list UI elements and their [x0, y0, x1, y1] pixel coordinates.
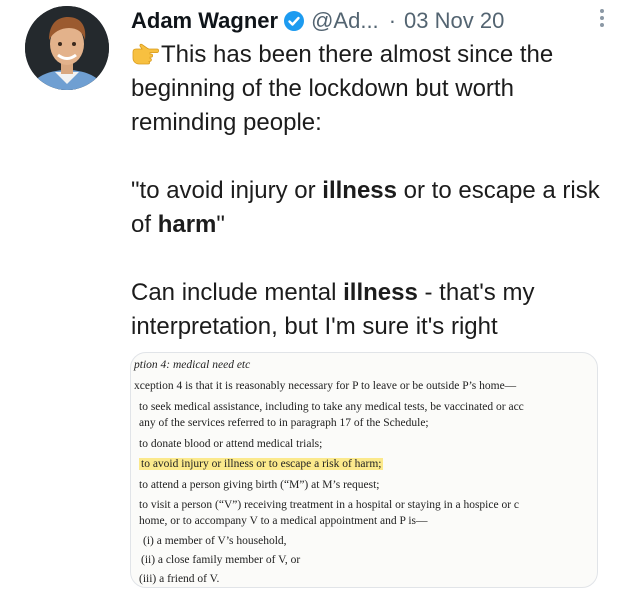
legal-item: to seek medical assistance, including to…: [139, 401, 524, 413]
quote-text-end: ": [216, 211, 225, 238]
author-avatar[interactable]: [25, 6, 109, 90]
legal-intro: xception 4 is that it is reasonably nece…: [134, 380, 517, 392]
author-name[interactable]: Adam Wagner: [131, 8, 278, 34]
legal-item: to donate blood or attend medical trials…: [139, 438, 323, 450]
verified-badge-icon: [283, 10, 305, 32]
legal-subitem: (i) a member of V’s household,: [143, 535, 287, 547]
note-bold-illness: illness: [343, 279, 418, 306]
tweet-date[interactable]: 03 Nov 20: [404, 8, 504, 34]
legal-subitem: (ii) a close family member of V, or: [141, 554, 301, 566]
pointing-right-hand-icon: [131, 41, 160, 65]
legal-heading: ption 4: medical need etc: [134, 359, 251, 371]
note-text: Can include mental: [131, 279, 344, 306]
legal-item: to attend a person giving birth (“M”) at…: [139, 479, 380, 491]
attached-image[interactable]: ption 4: medical need etc xception 4 is …: [130, 352, 598, 588]
legal-item: home, or to accompany V to a medical app…: [139, 515, 428, 527]
more-options-icon[interactable]: [593, 6, 611, 30]
quote-text: "to avoid injury or: [131, 177, 323, 204]
quote-bold-illness: illness: [322, 177, 397, 204]
legal-subitem: (iii) a friend of V.: [139, 573, 220, 585]
highlighted-text: to avoid injury or illness or to escape …: [139, 458, 384, 470]
author-handle[interactable]: @Ad...: [311, 8, 379, 34]
tweet-header: Adam Wagner @Ad... · 03 Nov 20: [131, 6, 609, 36]
tweet-paragraph-1: This has been there almost since the beg…: [131, 38, 601, 140]
tweet-line-intro: This has been there almost since the beg…: [131, 41, 554, 136]
tweet-paragraph-quote: "to avoid injury or illness or to escape…: [131, 174, 601, 242]
legal-item: any of the services referred to in parag…: [139, 417, 429, 429]
quote-bold-harm: harm: [157, 211, 217, 238]
tweet-text: This has been there almost since the beg…: [131, 38, 601, 344]
legal-item: to visit a person (“V”) receiving treatm…: [139, 499, 520, 511]
separator-dot: ·: [388, 8, 397, 33]
legal-item-highlighted: to avoid injury or illness or to escape …: [139, 456, 384, 472]
tweet-paragraph-note: Can include mental illness - that's my i…: [131, 276, 601, 344]
